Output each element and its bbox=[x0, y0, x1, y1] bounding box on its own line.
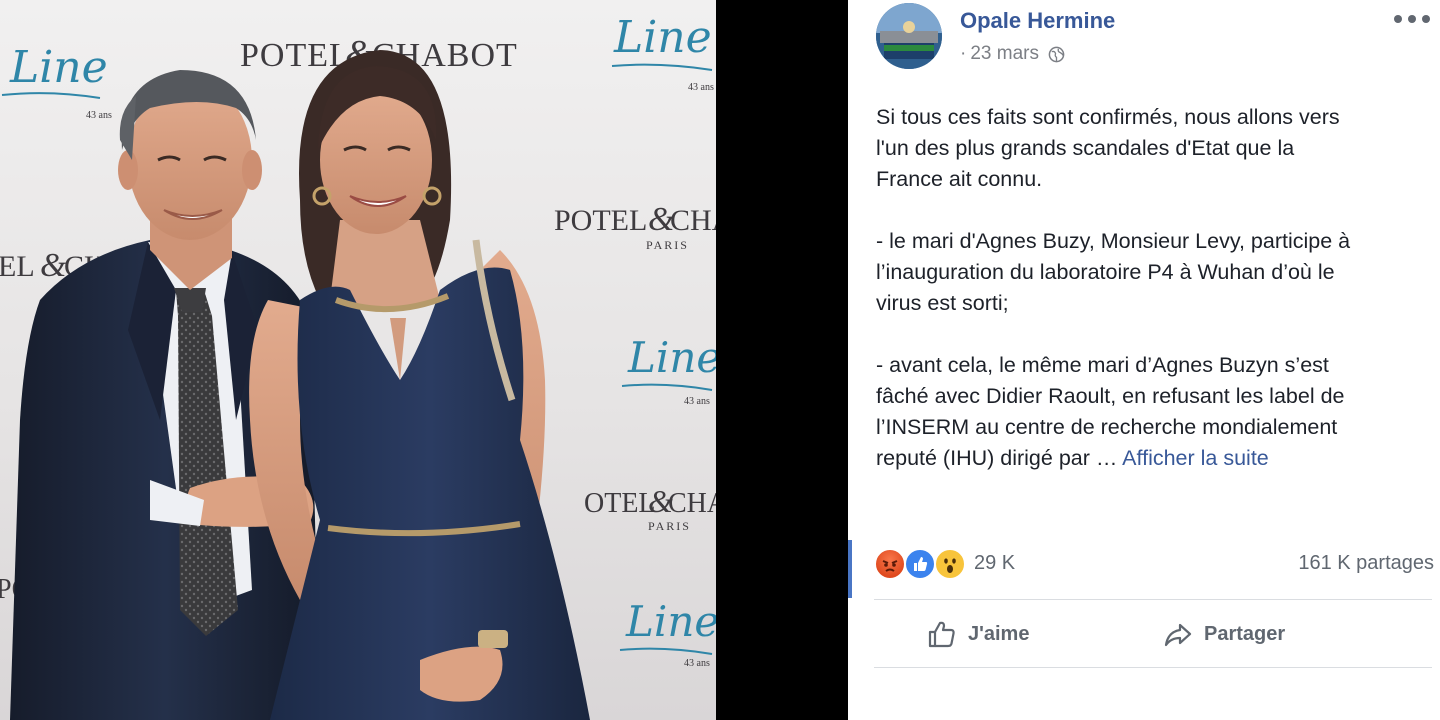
share-button[interactable]: Partager bbox=[1162, 612, 1285, 656]
backdrop-script-sub: 43 ans bbox=[86, 110, 112, 121]
reaction-icons[interactable] bbox=[874, 548, 970, 580]
post-body: Si tous ces faits sont confirmés, nous a… bbox=[876, 102, 1432, 474]
like-button[interactable]: J'aime bbox=[926, 612, 1029, 656]
divider bbox=[874, 667, 1432, 668]
post-paragraph: - le mari d'Agnes Buzy, Monsieur Levy, p… bbox=[876, 229, 1351, 315]
backdrop-logo-amp: & bbox=[40, 247, 67, 284]
post-actions: J'aime Partager bbox=[874, 604, 1432, 664]
post-meta: · 23 mars bbox=[960, 43, 1065, 65]
like-reaction-icon bbox=[904, 548, 936, 580]
post-paragraph-text: - avant cela, le même mari d’Agnes Buzyn… bbox=[876, 353, 1345, 470]
facebook-post: Opale Hermine · 23 mars Si tous ces fait… bbox=[848, 0, 1440, 720]
more-dot bbox=[1394, 15, 1402, 23]
meta-separator: · bbox=[960, 43, 967, 64]
backdrop-logo-tail: CHA bbox=[668, 488, 716, 519]
more-dot bbox=[1422, 15, 1430, 23]
backdrop-script-logo: Line bbox=[613, 12, 712, 63]
thumbs-up-icon bbox=[928, 621, 955, 648]
backdrop-script-logo: Line bbox=[625, 597, 716, 646]
screenshot: POTEL & CHABOT POTEL & CHA PARIS EL & CH… bbox=[0, 0, 1440, 720]
see-more-link[interactable]: Afficher la suite bbox=[1122, 446, 1269, 470]
divider bbox=[874, 599, 1432, 600]
share-count[interactable]: 161 K partages bbox=[1298, 552, 1434, 575]
reaction-count[interactable]: 29 K bbox=[974, 552, 1015, 575]
more-options-icon[interactable] bbox=[1394, 8, 1430, 30]
post-header: Opale Hermine · 23 mars bbox=[848, 0, 1440, 80]
backdrop-logo-sub: PARIS bbox=[646, 238, 689, 252]
focus-indicator bbox=[848, 540, 852, 598]
backdrop-logo: OTEL bbox=[584, 488, 656, 519]
backdrop-script-logo: Line bbox=[627, 333, 716, 382]
more-dot bbox=[1408, 15, 1416, 23]
share-label: Partager bbox=[1204, 622, 1286, 645]
angry-reaction-icon bbox=[874, 548, 906, 580]
post-photo[interactable]: POTEL & CHABOT POTEL & CHA PARIS EL & CH… bbox=[0, 0, 716, 720]
like-label: J'aime bbox=[968, 622, 1030, 645]
backdrop-script-sub: 43 ans bbox=[688, 82, 714, 93]
post-paragraph: Si tous ces faits sont confirmés, nous a… bbox=[876, 105, 1340, 191]
backdrop-script-sub: 43 ans bbox=[684, 658, 710, 669]
backdrop-logo: POTEL bbox=[554, 204, 647, 237]
post-paragraph-last: - avant cela, le même mari d’Agnes Buzyn… bbox=[876, 350, 1432, 474]
globe-icon bbox=[1048, 46, 1065, 62]
photo-illustration: POTEL & CHABOT POTEL & CHA PARIS EL & CH… bbox=[0, 12, 716, 720]
backdrop-logo: EL bbox=[0, 250, 35, 283]
backdrop-logo-tail: CHA bbox=[670, 204, 716, 237]
post-date[interactable]: 23 mars bbox=[970, 43, 1039, 65]
post-stats: 29 K 161 K partages bbox=[874, 544, 1434, 584]
share-arrow-icon bbox=[1164, 623, 1192, 647]
author-name[interactable]: Opale Hermine bbox=[960, 8, 1115, 34]
backdrop-logo-sub: PARIS bbox=[648, 519, 691, 533]
backdrop-script-sub: 43 ans bbox=[684, 396, 710, 407]
avatar-image bbox=[876, 3, 942, 69]
wow-reaction-icon bbox=[934, 548, 966, 580]
author-avatar[interactable] bbox=[876, 3, 942, 69]
woman-figure bbox=[249, 50, 590, 720]
backdrop-script-logo: Line bbox=[9, 42, 108, 93]
